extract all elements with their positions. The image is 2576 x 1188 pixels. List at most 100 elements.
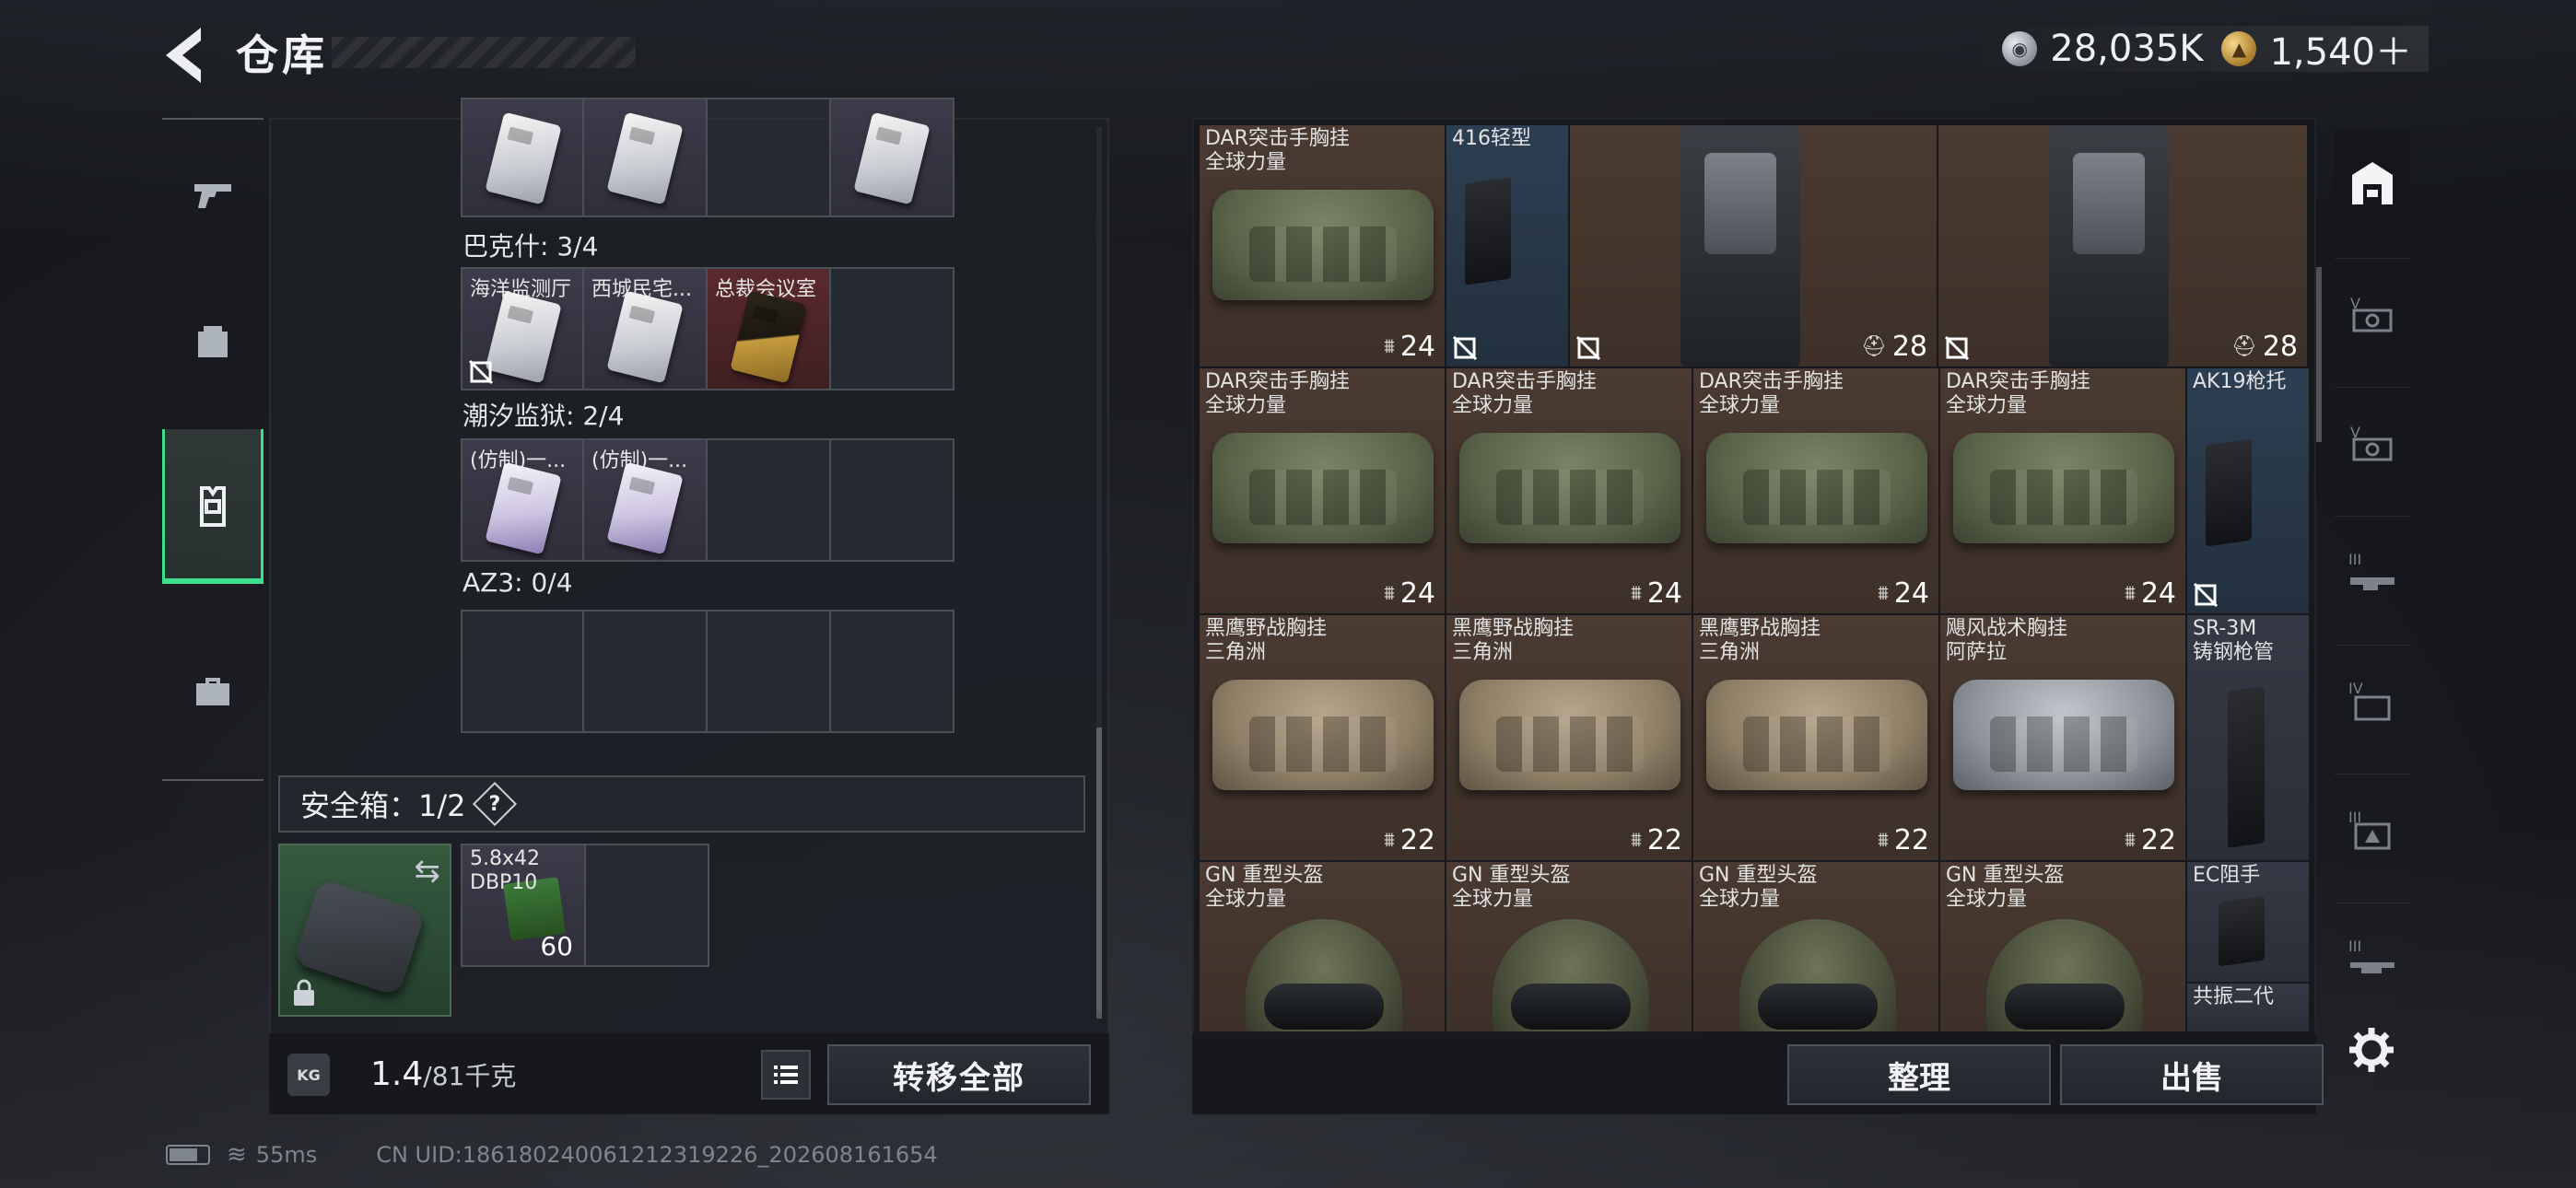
chest-rig-icon <box>1459 680 1680 790</box>
left-scrollbar-thumb[interactable] <box>1096 728 1102 1019</box>
key-slot[interactable] <box>831 98 954 217</box>
stock-icon <box>1465 177 1511 285</box>
tab-storage-iii-2[interactable]: III <box>2335 774 2410 884</box>
page-title: 仓库 <box>236 30 328 80</box>
storage-item[interactable]: DAR突击手胸挂 全球力量 ⩩ 24 <box>1446 368 1692 613</box>
grip-icon <box>2219 895 2265 967</box>
weight-icon: ⩩ <box>1631 829 1642 852</box>
chest-rig-icon <box>1212 433 1434 543</box>
storage-item[interactable]: SR-3M 铸钢枪管 <box>2187 615 2309 860</box>
storage-item[interactable]: EC阻手 <box>2187 862 2309 982</box>
storage-item[interactable]: GN 重型头盔 全球力量 <box>1446 862 1692 1031</box>
tab-weapons[interactable] <box>162 120 263 267</box>
empty-slot[interactable] <box>708 610 831 733</box>
right-scrollbar-thumb[interactable] <box>2316 267 2322 442</box>
item-name: GN 重型头盔 全球力量 <box>1205 864 1324 911</box>
battery-icon <box>166 1145 210 1165</box>
ammo-type: DBP10 <box>470 871 538 894</box>
storage-item[interactable]: 黑鹰野战胸挂 三角洲 ⩩ 22 <box>1693 615 1938 860</box>
storage-item[interactable]: GN 重型头盔 全球力量 <box>1693 862 1938 1031</box>
storage-item[interactable]: GN 重型头盔 全球力量 <box>1940 862 2185 1031</box>
storage-item[interactable]: ⛑ 28 <box>1938 125 2307 367</box>
keycard-icon <box>853 111 931 205</box>
chest-rig-icon <box>1459 433 1680 543</box>
back-button[interactable] <box>157 20 221 90</box>
weight-icon: ⩩ <box>2125 582 2136 605</box>
storage-item[interactable]: DAR突击手胸挂 全球力量 ⩩ 24 <box>1940 368 2185 613</box>
chest-rig-icon <box>1212 680 1434 790</box>
chest-rig-icon <box>1706 680 1927 790</box>
key-slot[interactable]: (仿制)一... <box>584 438 708 562</box>
weight-icon: ⩩ <box>1631 582 1642 605</box>
svg-text:III: III <box>2348 551 2361 568</box>
ammo-caliber: 5.8x42 <box>470 847 541 870</box>
item-name: DAR突击手胸挂 全球力量 <box>1205 370 1350 417</box>
storage-iii-icon: III <box>2348 938 2395 973</box>
storage-item[interactable]: 共振二代 <box>2187 984 2309 1031</box>
storage-item[interactable]: DAR突击手胸挂 全球力量 ⩩ 24 <box>1200 368 1445 613</box>
backpack-icon <box>198 326 228 357</box>
tab-vest[interactable] <box>162 429 263 584</box>
empty-slot[interactable] <box>708 438 831 562</box>
key-slot[interactable]: 海洋监测厅 <box>461 267 584 390</box>
storage-item[interactable]: 黑鹰野战胸挂 三角洲 ⩩ 22 <box>1200 615 1445 860</box>
empty-slot[interactable] <box>831 438 954 562</box>
empty-slot[interactable] <box>584 844 709 967</box>
empty-slot[interactable] <box>708 98 831 217</box>
empty-slot[interactable] <box>831 610 954 733</box>
storage-item[interactable]: 黑鹰野战胸挂 三角洲 ⩩ 22 <box>1446 615 1692 860</box>
storage-item[interactable]: DAR突击手胸挂 全球力量 ⩩ 24 <box>1200 125 1445 367</box>
key-row-top <box>461 98 954 217</box>
tab-backpack[interactable] <box>162 267 263 414</box>
svg-text:III: III <box>2348 938 2361 955</box>
transfer-all-button[interactable]: 转移全部 <box>827 1044 1091 1105</box>
keycard-icon <box>606 290 684 384</box>
help-button[interactable]: ? <box>472 781 517 827</box>
empty-slot[interactable] <box>831 267 954 390</box>
item-name: 黑鹰野战胸挂 三角洲 <box>1205 617 1328 664</box>
list-view-button[interactable] <box>761 1050 811 1100</box>
vest-icon <box>200 486 226 527</box>
safe-box-item[interactable]: ⇆ <box>278 844 451 1017</box>
item-name: DAR突击手胸挂 全球力量 <box>1699 370 1844 417</box>
item-durability: ⩩ 22 <box>1384 824 1435 856</box>
weight-capacity: /81千克 <box>423 1061 517 1091</box>
key-slot[interactable]: 总裁会议室 <box>708 267 831 390</box>
silver-value: 28,035K <box>2050 28 2204 70</box>
currency-gold[interactable]: ▲ 1,540＋ <box>2221 22 2412 76</box>
key-slot[interactable]: 西城民宅... <box>584 267 708 390</box>
keycard-icon <box>730 290 807 384</box>
storage-item[interactable]: ⛑ 28 <box>1570 125 1937 367</box>
key-slot[interactable] <box>584 98 708 217</box>
tab-storage-iii-3[interactable]: III <box>2335 903 2410 1013</box>
ammo-slot[interactable]: 5.8x42 DBP10 60 <box>461 844 586 967</box>
tab-storage-v2[interactable]: V <box>2335 387 2410 497</box>
weight-icon: ⩩ <box>1878 829 1889 852</box>
empty-slot[interactable] <box>461 610 584 733</box>
currency-bar: ◉ 28,035K ▲ 1,540＋ <box>1967 26 2429 74</box>
storage-item[interactable]: DAR突击手胸挂 全球力量 ⩩ 24 <box>1693 368 1938 613</box>
storage-item[interactable]: GN 重型头盔 全球力量 <box>1200 862 1445 1031</box>
storage-item[interactable]: 416轻型 <box>1446 125 1568 367</box>
storage-item[interactable]: AK19枪托 <box>2187 368 2309 613</box>
tab-storage-v1[interactable]: V <box>2335 258 2410 368</box>
currency-silver[interactable]: ◉ 28,035K <box>2002 28 2203 70</box>
weight-icon: ⩩ <box>1384 582 1395 605</box>
storage-icon <box>2352 162 2393 204</box>
ammo-count: 60 <box>540 931 573 961</box>
swap-icon[interactable]: ⇆ <box>415 853 441 890</box>
key-slot[interactable]: (仿制)一... <box>461 438 584 562</box>
tab-storage-iii-1[interactable]: III <box>2335 516 2410 626</box>
settings-gear-icon[interactable] <box>2346 1024 2397 1076</box>
storage-v-icon: V <box>2350 295 2393 332</box>
tab-storage-main[interactable] <box>2335 129 2410 239</box>
tab-tools[interactable] <box>162 617 263 764</box>
sort-button[interactable]: 整理 <box>1787 1044 2051 1105</box>
section-label-bakshi: 巴克什: 3/4 <box>463 231 599 262</box>
sell-button[interactable]: 出售 <box>2060 1044 2324 1105</box>
key-slot[interactable] <box>461 98 584 217</box>
tab-storage-iv[interactable]: IV <box>2335 645 2410 755</box>
empty-slot[interactable] <box>584 610 708 733</box>
storage-item[interactable]: 飓风战术胸挂 阿萨拉 ⩩ 22 <box>1940 615 2185 860</box>
storage-iii-icon: III <box>2348 551 2395 590</box>
